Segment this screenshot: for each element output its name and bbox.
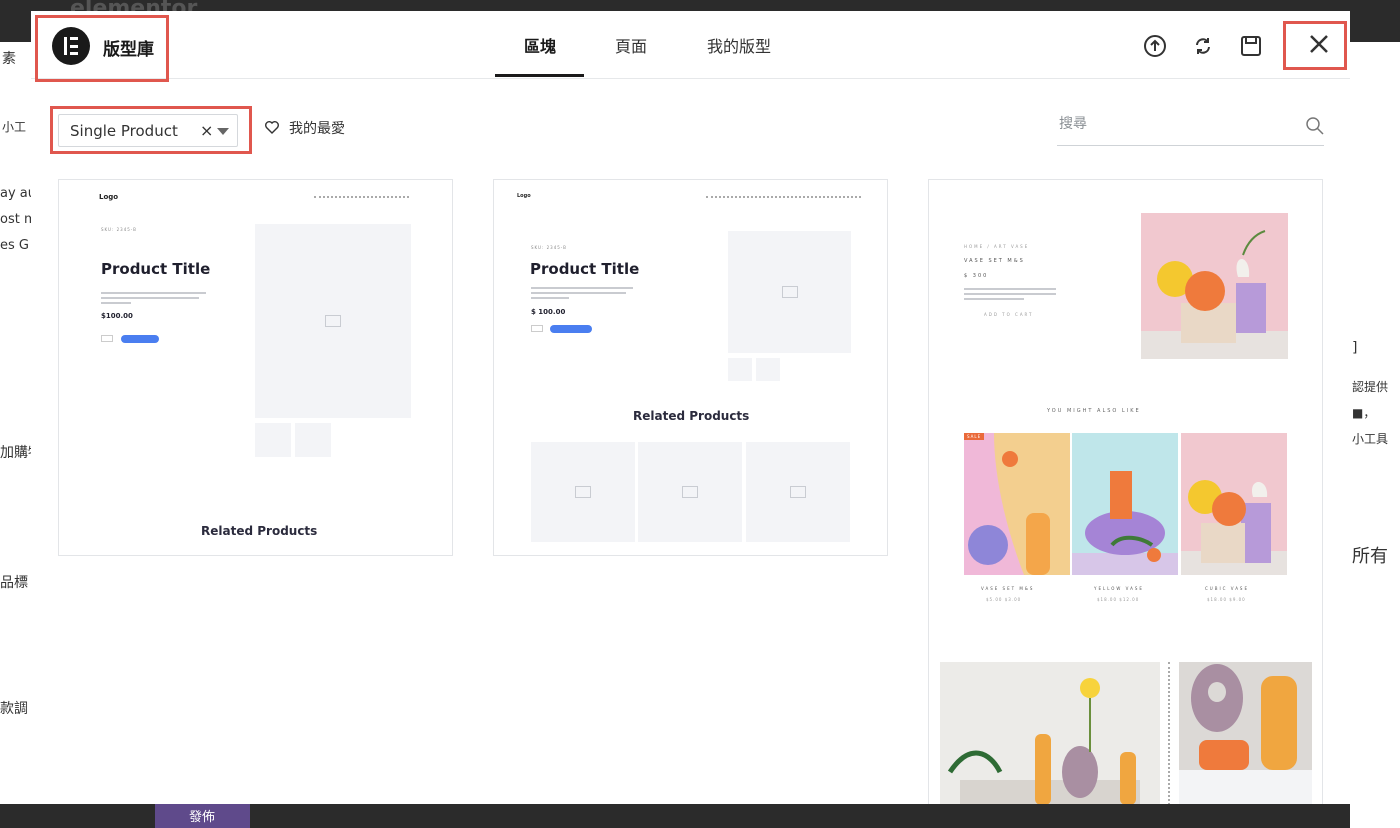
heart-icon[interactable] [264, 119, 280, 135]
desc-line [101, 292, 206, 294]
desc-line [531, 287, 633, 289]
template-library-modal: 版型庫 區塊 頁面 我的版型 Single Product × 我的最愛 搜尋 … [31, 11, 1350, 804]
search-input[interactable] [1057, 115, 1291, 133]
template-card[interactable]: HOME / ART VASE VASE SET M&S $ 300 ADD T… [928, 179, 1323, 804]
search-icon[interactable] [1305, 116, 1325, 136]
desc-line [964, 293, 1056, 295]
template-card[interactable]: Logo SKU: 2345-B Product Title $100.00 R… [58, 179, 453, 556]
add-to-cart-mock [550, 325, 592, 333]
product-photo [1072, 433, 1178, 575]
tab-blocks[interactable]: 區塊 [524, 33, 556, 57]
product-photo [964, 433, 1070, 575]
template-product-title: Product Title [101, 260, 211, 278]
template-nav [706, 196, 861, 201]
thumb-placeholder [255, 423, 291, 457]
thumb-placeholder [728, 358, 752, 381]
tab-pages[interactable]: 頁面 [615, 33, 647, 57]
product-price: $18.00 $12.00 [1097, 597, 1140, 602]
editor-fragment: 款調 [0, 701, 28, 717]
related-product-placeholder [531, 442, 635, 542]
favorites-filter[interactable]: 我的最愛 [289, 118, 345, 138]
publish-button[interactable]: 發佈 [155, 804, 250, 828]
template-category: SKU: 2345-B [531, 245, 567, 250]
thumb-placeholder [295, 423, 331, 457]
image-placeholder [255, 224, 411, 418]
highlight-box [35, 15, 169, 82]
add-to-cart-mock [121, 335, 159, 343]
highlight-box [50, 106, 252, 154]
editor-fragment: 小工 [2, 120, 27, 134]
search-box [1057, 111, 1324, 146]
desc-line [531, 292, 626, 294]
desc-line [964, 288, 1056, 290]
vertical-caption [1168, 662, 1174, 804]
template-price: $100.00 [101, 312, 133, 320]
template-price: $ 300 [964, 273, 989, 279]
product-name: VASE SET M&S [981, 586, 1035, 591]
modal-header: 版型庫 區塊 頁面 我的版型 [31, 11, 1350, 82]
product-photo [1179, 662, 1312, 804]
thumb-placeholder [756, 358, 780, 381]
template-kicker: HOME / ART VASE [964, 244, 1030, 249]
template-logo: Logo [517, 193, 531, 199]
editor-fragment: ] [1352, 340, 1358, 356]
product-photo [940, 662, 1160, 804]
editor-fragment: es G [0, 238, 29, 253]
product-photo [1181, 433, 1287, 575]
sync-icon[interactable] [1190, 33, 1216, 59]
template-card[interactable]: Logo SKU: 2345-B Product Title $ 100.00 … [493, 179, 888, 556]
desc-line [101, 302, 131, 304]
qty-box [101, 335, 113, 342]
product-photo [1141, 213, 1288, 359]
product-name: CUBIC VASE [1205, 586, 1249, 591]
related-product-placeholder [746, 442, 850, 542]
desc-line [964, 298, 1024, 300]
editor-fragment: 素 [2, 51, 16, 67]
highlight-box [1283, 21, 1347, 70]
template-product-title: VASE SET M&S [964, 258, 1025, 264]
editor-right-topbar [1350, 0, 1400, 42]
editor-fragment: ■， [1352, 406, 1376, 420]
desc-line [101, 297, 199, 299]
template-logo: Logo [99, 193, 119, 201]
related-products-heading: Related Products [201, 524, 318, 538]
save-icon[interactable] [1238, 33, 1264, 59]
qty-box [531, 325, 543, 332]
related-product-placeholder [638, 442, 742, 542]
product-price: $18.00 $9.00 [1207, 597, 1246, 602]
product-price: $5.00 $3.00 [986, 597, 1022, 602]
editor-fragment: 品標 [0, 575, 28, 591]
desc-line [531, 297, 569, 299]
related-products-heading: Related Products [633, 409, 750, 423]
active-tab-indicator [495, 74, 584, 77]
tab-my-templates[interactable]: 我的版型 [707, 33, 771, 57]
template-category: SKU: 2345-B [101, 227, 137, 232]
template-nav [314, 196, 409, 201]
template-price: $ 100.00 [531, 308, 566, 316]
publish-label: 發佈 [189, 810, 216, 825]
editor-fragment: 所有 [1352, 546, 1388, 567]
template-product-title: Product Title [530, 260, 640, 278]
editor-fragment: 小工具 [1352, 432, 1389, 446]
product-name: YELLOW VASE [1094, 586, 1144, 591]
sale-badge: SALE [964, 433, 985, 440]
editor-fragment: 認提供 [1352, 380, 1389, 394]
template-add-to-cart: ADD TO CART [984, 312, 1034, 317]
also-like-heading: YOU MIGHT ALSO LIKE [1047, 408, 1141, 414]
image-placeholder [728, 231, 851, 353]
upload-icon[interactable] [1142, 33, 1168, 59]
